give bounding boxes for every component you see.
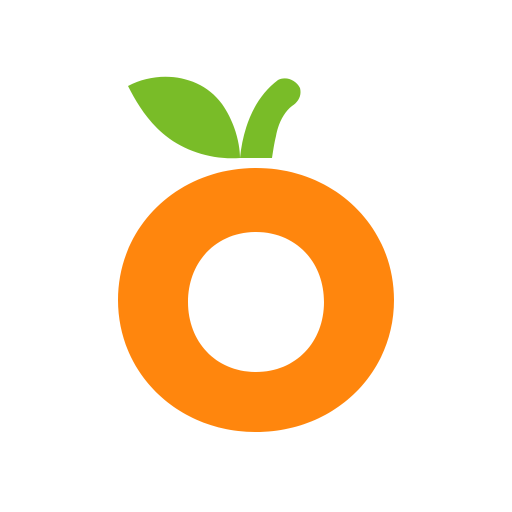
orange-body [118, 168, 394, 432]
stem-icon [240, 78, 301, 158]
orange-fruit-icon [118, 76, 394, 432]
app-icon-canvas [0, 0, 512, 512]
leaf-icon [128, 76, 240, 159]
